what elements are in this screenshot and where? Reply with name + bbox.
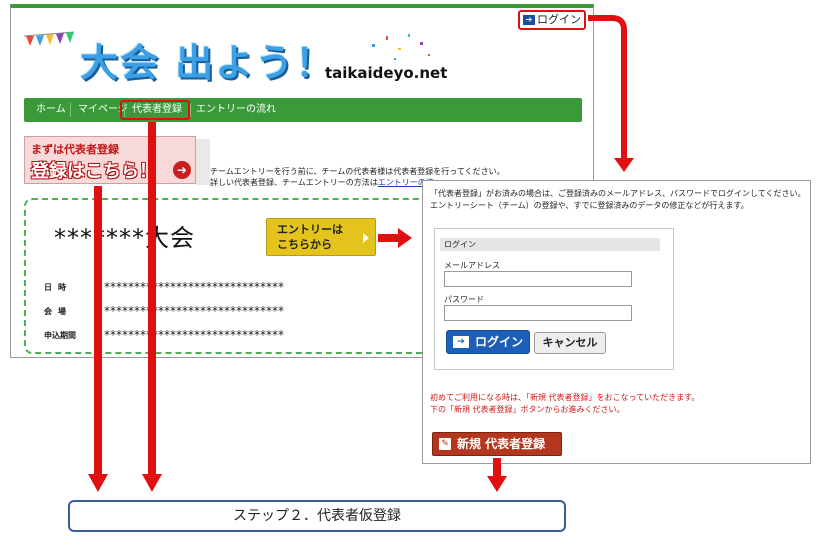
step-caption: ステップ２．代表者仮登録: [68, 500, 566, 532]
arrow-login-to-panel: [588, 15, 627, 160]
annotation-arrows: [88, 15, 634, 492]
arrow-nav-head: [142, 474, 162, 492]
arrow-new-shaft: [493, 458, 501, 478]
arrow-nav-shaft: [148, 122, 156, 476]
arrow-banner-shaft: [94, 186, 102, 476]
arrow-entry-head: [398, 228, 412, 248]
arrow-login-to-panel-head: [614, 158, 634, 172]
arrow-entry-shaft: [378, 234, 400, 242]
arrow-banner-head: [88, 474, 108, 492]
arrow-new-head: [487, 476, 507, 492]
